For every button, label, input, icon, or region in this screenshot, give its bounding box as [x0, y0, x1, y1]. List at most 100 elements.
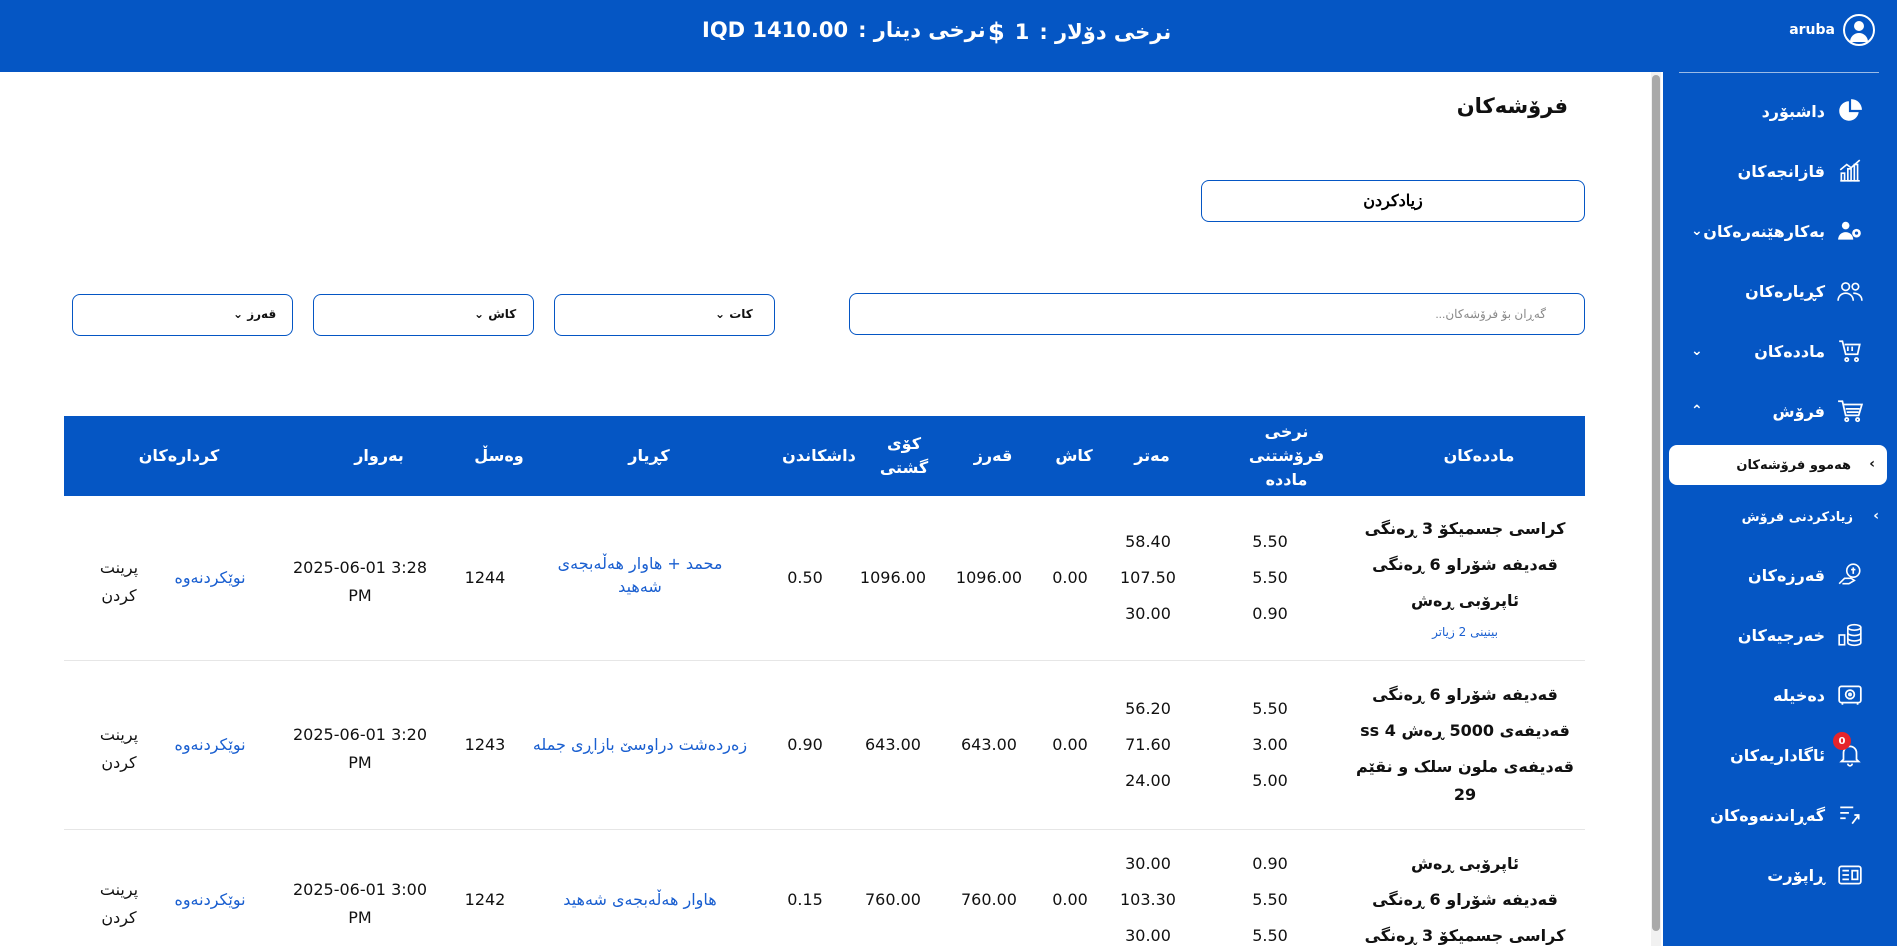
chevron-left-icon: ‹ — [1869, 456, 1875, 472]
chevron-up-icon[interactable]: ⌃ — [1691, 403, 1703, 419]
row3-price-3: 5.50 — [1252, 926, 1288, 945]
sidebar-item-report[interactable]: ڕاپۆرت — [1663, 855, 1897, 895]
sidebar-item-label: بەکارهێنەرەکان — [1703, 221, 1825, 241]
page-title: فرۆشەکان — [1456, 94, 1568, 118]
row2-edit-link[interactable]: نوێکردنەوە — [160, 735, 260, 754]
row1-cash: 0.00 — [1052, 568, 1088, 587]
add-sale-button[interactable]: زیادکردن — [1201, 180, 1585, 222]
chevron-down-icon[interactable]: ⌄ — [1691, 343, 1703, 359]
row1-date: 2025-06-01 3:28 PM — [293, 558, 427, 605]
row1-price-1: 5.50 — [1252, 532, 1288, 551]
sidebar-item-profits[interactable]: قازانجەکان — [1663, 151, 1897, 191]
row3-receipt: 1242 — [464, 890, 506, 909]
row3-print-button[interactable]: پرینت کردن — [84, 876, 154, 932]
top-bar: نرخی دۆلار : 1 $ نرخی دینار : IQD 1410.0… — [0, 0, 1897, 72]
row3-meter-3: 30.00 — [1125, 926, 1171, 945]
sidebar-item-label: ئاگاداریەکان — [1730, 745, 1825, 765]
sidebar-item-customers[interactable]: کڕیارەکان — [1663, 271, 1897, 311]
sidebar-item-label: کڕیارەکان — [1745, 281, 1825, 301]
sidebar-item-label: ماددەکان — [1754, 341, 1825, 361]
row2-material-3: قەدیفەی ملون سلک و نقێم — [1356, 757, 1574, 776]
row1-edit-link[interactable]: نوێکردنەوە — [160, 568, 260, 587]
user-avatar-icon[interactable] — [1843, 14, 1875, 46]
user-menu[interactable]: aruba — [1789, 14, 1875, 46]
row3-debt: 760.00 — [961, 890, 1017, 909]
sidebar-item-label: فرۆش — [1772, 401, 1825, 421]
coins-stack-icon — [1837, 622, 1863, 648]
sales-table-header: ماددەکان نرخی فرۆشتنی ماددە مەتر کاش قەر… — [64, 416, 1585, 496]
sidebar-item-safe[interactable]: دەخیلە — [1663, 675, 1897, 715]
sidebar-item-label: قازانجەکان — [1737, 161, 1825, 181]
sidebar-item-expenses[interactable]: خەرجیەکان — [1663, 615, 1897, 655]
col-header-total: کۆی گشتی — [879, 434, 929, 477]
row3-customer-link[interactable]: هاوار هەڵەبجەی شەهید — [530, 890, 750, 909]
row3-edit-link[interactable]: نوێکردنەوە — [160, 890, 260, 909]
row3-date: 2025-06-01 3:00 PM — [293, 880, 427, 927]
row3-material-2: قەدیفە شۆراو 6 ڕەنگی — [1372, 890, 1558, 909]
sidebar-item-label: خەرجیەکان — [1737, 625, 1825, 645]
sidebar-subitem-label: هەموو فرۆشەکان — [1736, 457, 1851, 473]
row1-receipt: 1244 — [464, 568, 506, 587]
sidebar-subitem-all-sales[interactable]: ‹ هەموو فرۆشەکان — [1669, 445, 1887, 485]
row3-meter-1: 30.00 — [1125, 854, 1171, 873]
row1-meter-1: 58.40 — [1125, 532, 1171, 551]
growth-chart-icon — [1837, 158, 1863, 184]
sidebar-subitem-add-sale[interactable]: ‹ زیادکردنی فرۆش — [1663, 499, 1897, 535]
row2-material-3-cont: 29 — [1453, 785, 1477, 804]
row-divider — [64, 660, 1585, 661]
row2-receipt: 1243 — [464, 735, 506, 754]
row1-customer-link[interactable]: محمد + هاوار هەڵەبجەی شەهید — [530, 554, 750, 596]
row2-meter-1: 56.20 — [1125, 699, 1171, 718]
dollar-rate: نرخی دۆلار : 1 $ — [988, 18, 1171, 46]
col-header-receipt: وەسڵ — [474, 446, 524, 465]
row2-material-1: قەدیفە شۆراو 6 ڕەنگی — [1372, 685, 1558, 704]
sidebar-item-dashboard[interactable]: داشبۆرد — [1663, 91, 1897, 131]
sidebar-item-sales[interactable]: ⌃ فرۆش — [1663, 391, 1897, 431]
row3-cash: 0.00 — [1052, 890, 1088, 909]
col-header-cash: کاش — [1055, 446, 1093, 465]
col-header-customer: کڕیار — [628, 446, 670, 465]
sidebar: داشبۆرد قازانجەکان ⌄ بەکارهێنەرەکان کڕیا… — [1663, 72, 1897, 946]
sidebar-item-debts[interactable]: قەرزەکان — [1663, 555, 1897, 595]
row2-meter-3: 24.00 — [1125, 771, 1171, 790]
safe-icon — [1837, 682, 1863, 708]
dinar-rate: نرخی دینار : IQD 1410.00 — [702, 18, 986, 42]
dollar-sign-icon: $ — [988, 18, 1005, 46]
col-header-discount: داشکاندن — [782, 446, 856, 465]
users-cog-icon — [1837, 218, 1863, 244]
main-scrollbar-thumb[interactable] — [1652, 75, 1660, 931]
dinar-rate-value: IQD 1410.00 — [702, 18, 849, 42]
dinar-rate-label: نرخی دینار : — [858, 18, 986, 42]
notification-count-badge: 0 — [1833, 732, 1851, 750]
filter-debt[interactable]: قەرز ⌄ — [72, 294, 293, 336]
shopping-basket-icon — [1837, 338, 1863, 364]
row1-total: 1096.00 — [859, 568, 927, 587]
search-input[interactable] — [849, 293, 1585, 335]
row2-debt: 643.00 — [961, 735, 1017, 754]
sidebar-item-notifications[interactable]: ئاگاداریەکان 0 — [1663, 732, 1897, 775]
chevron-left-icon: ‹ — [1873, 508, 1879, 524]
sidebar-item-returns[interactable]: گەڕاندنەوەکان — [1663, 795, 1897, 835]
row3-material-3: کراسی جسمیکۆ 3 ڕەنگی — [1364, 926, 1566, 945]
sidebar-item-materials[interactable]: ⌄ ماددەکان — [1663, 331, 1897, 371]
row2-price-2: 3.00 — [1252, 735, 1288, 754]
sidebar-item-users[interactable]: ⌄ بەکارهێنەرەکان — [1663, 211, 1897, 251]
row1-material-3: ئاپرۆبی ڕەش — [1410, 591, 1520, 610]
row1-price-2: 5.50 — [1252, 568, 1288, 587]
row3-price-2: 5.50 — [1252, 890, 1288, 909]
bell-icon: 0 — [1833, 732, 1863, 768]
sidebar-subitem-label: زیادکردنی فرۆش — [1741, 509, 1853, 525]
row3-discount: 0.15 — [787, 890, 823, 909]
filter-cash[interactable]: کاش ⌄ — [313, 294, 534, 336]
row2-price-1: 5.50 — [1252, 699, 1288, 718]
filter-time[interactable]: کات ⌄ — [554, 294, 775, 336]
row1-show-more-link[interactable]: بینینی 2 زیاتر — [1355, 625, 1575, 639]
chevron-down-icon[interactable]: ⌄ — [1691, 223, 1703, 239]
customers-icon — [1837, 278, 1863, 304]
row1-material-2: قەدیفە شۆراو 6 ڕەنگی — [1372, 555, 1558, 574]
row3-material-1: ئاپرۆبی ڕەش — [1410, 854, 1520, 873]
dollar-rate-label: نرخی دۆلار : — [1039, 20, 1172, 44]
row1-print-button[interactable]: پرینت کردن — [84, 554, 154, 610]
row2-customer-link[interactable]: زەردەشت دراوسێ بازاڕی جملە — [520, 735, 760, 754]
row2-print-button[interactable]: پرینت کردن — [84, 721, 154, 777]
